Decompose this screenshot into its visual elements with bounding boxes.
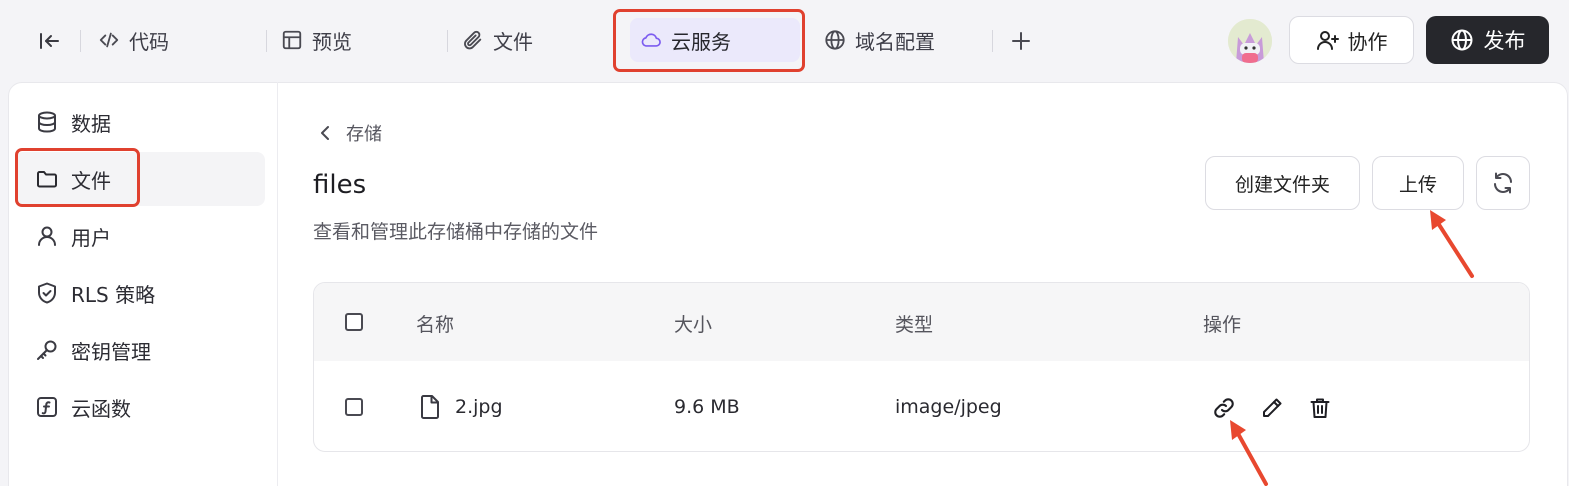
table-header: 名称 大小 类型 操作: [314, 283, 1529, 361]
sidebar-item-label: 数据: [71, 111, 111, 136]
tab-label: 云服务: [671, 29, 731, 54]
folder-icon: [35, 167, 59, 191]
pencil-icon: [1263, 398, 1282, 417]
file-size: 9.6 MB: [674, 396, 740, 418]
tab-preview[interactable]: 预览: [271, 18, 362, 62]
upload-label: 上传: [1398, 173, 1437, 196]
publish-button[interactable]: 发布: [1426, 16, 1549, 64]
collapse-left-icon: [40, 33, 59, 49]
sidebar-item-label: 用户: [71, 225, 111, 250]
publish-label: 发布: [1483, 29, 1526, 53]
avatar-icon: [1228, 19, 1272, 63]
database-icon: [35, 110, 59, 134]
divider: [447, 30, 448, 52]
file-type: image/jpeg: [895, 396, 1002, 418]
create-folder-button[interactable]: 创建文件夹: [1205, 156, 1360, 210]
copy-link-button[interactable]: [1211, 395, 1237, 421]
column-header-type: 类型: [895, 314, 934, 336]
sidebar-item-cloud-functions[interactable]: 云函数: [15, 380, 265, 434]
collaborate-label: 协作: [1347, 29, 1388, 54]
user-plus-icon: [1316, 31, 1339, 50]
add-tab-button[interactable]: [1008, 26, 1034, 56]
tab-label: 预览: [312, 29, 352, 54]
avatar[interactable]: [1228, 19, 1272, 63]
sidebar-item-rls-policy[interactable]: RLS 策略: [15, 266, 265, 320]
refresh-icon: [1494, 172, 1512, 194]
tab-code[interactable]: 代码: [88, 18, 179, 62]
sidebar-item-users[interactable]: 用户: [15, 209, 265, 263]
divider: [266, 30, 267, 52]
top-bar: 代码 预览 文件 云服务 域名配置 协作 发布: [0, 0, 1569, 82]
sidebar-item-key-management[interactable]: 密钥管理: [15, 323, 265, 377]
shield-icon: [35, 281, 59, 305]
files-table: 名称 大小 类型 操作 2.jpg 9.6 MB image/jpeg: [313, 282, 1530, 452]
function-icon: [35, 395, 59, 419]
divider: [992, 30, 993, 52]
page-title: files: [313, 170, 367, 200]
collapse-sidebar-button[interactable]: [34, 26, 64, 56]
refresh-button[interactable]: [1476, 156, 1530, 210]
column-header-actions: 操作: [1203, 314, 1242, 336]
row-checkbox[interactable]: [345, 398, 363, 416]
back-link[interactable]: 存储: [318, 120, 382, 146]
create-folder-label: 创建文件夹: [1234, 173, 1330, 196]
tab-domain-config[interactable]: 域名配置: [814, 18, 945, 62]
globe-icon: [824, 29, 846, 51]
globe-icon: [1451, 29, 1472, 51]
sidebar-item-files[interactable]: 文件: [15, 152, 265, 206]
file-icon: [418, 394, 442, 420]
tab-label: 代码: [129, 29, 169, 54]
sidebar-item-label: 密钥管理: [71, 339, 151, 364]
tab-files[interactable]: 文件: [452, 18, 543, 62]
sidebar-item-label: RLS 策略: [71, 282, 156, 307]
upload-button[interactable]: 上传: [1372, 156, 1464, 210]
divider: [80, 30, 81, 52]
select-all-checkbox[interactable]: [345, 313, 363, 331]
code-icon: [98, 29, 120, 51]
key-icon: [35, 338, 59, 362]
user-icon: [35, 224, 59, 248]
chevron-left-icon: [321, 126, 329, 140]
tab-label: 域名配置: [855, 29, 935, 54]
rename-button[interactable]: [1259, 395, 1285, 421]
collaborate-button[interactable]: 协作: [1289, 16, 1414, 64]
paperclip-icon: [462, 29, 484, 51]
layout-icon: [281, 29, 303, 51]
column-header-size: 大小: [674, 314, 713, 336]
tab-cloud-service[interactable]: 云服务: [630, 18, 800, 62]
page-subtitle: 查看和管理此存储桶中存储的文件: [313, 221, 599, 243]
back-label: 存储: [346, 124, 382, 145]
cloud-icon: [640, 29, 662, 51]
sidebar-item-data[interactable]: 数据: [15, 95, 265, 149]
plus-icon: [1012, 32, 1030, 50]
delete-button[interactable]: [1307, 395, 1333, 421]
sidebar-item-label: 文件: [71, 168, 111, 193]
sidebar-item-label: 云函数: [71, 396, 131, 421]
tab-label: 文件: [493, 29, 533, 54]
link-icon: [1214, 398, 1234, 418]
file-name: 2.jpg: [455, 396, 503, 418]
trash-icon: [1310, 398, 1330, 418]
column-header-name: 名称: [416, 314, 455, 336]
